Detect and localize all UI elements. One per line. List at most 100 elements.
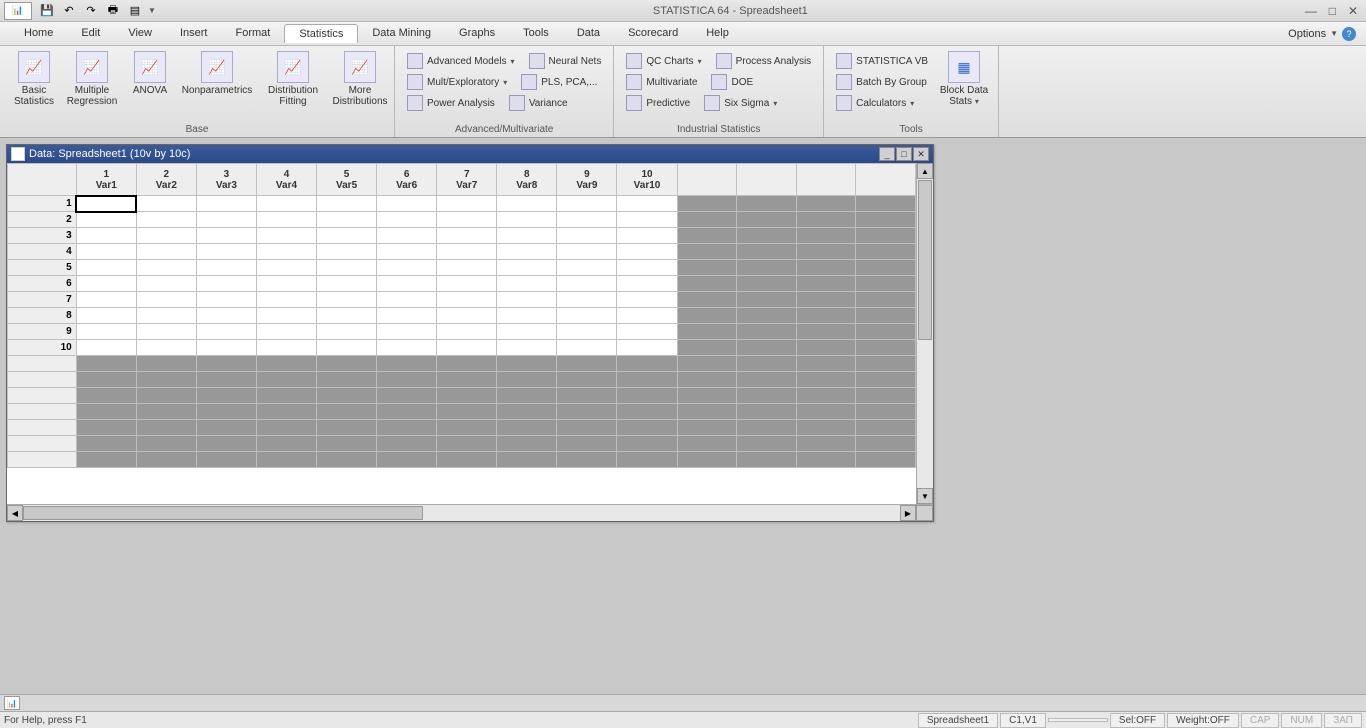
scroll-down-button[interactable]: ▼ — [917, 488, 933, 504]
grid-cell[interactable] — [617, 324, 677, 340]
row-header[interactable]: 3 — [8, 228, 77, 244]
grid-cell[interactable] — [136, 324, 196, 340]
grid-cell[interactable] — [317, 308, 377, 324]
menu-statistics[interactable]: Statistics — [284, 24, 358, 43]
grid-cell[interactable] — [856, 196, 916, 212]
grid-cell[interactable] — [76, 212, 136, 228]
grid-cell[interactable] — [76, 260, 136, 276]
grid-cell[interactable] — [136, 260, 196, 276]
maximize-button[interactable]: □ — [1329, 4, 1336, 18]
grid-cell[interactable] — [256, 260, 316, 276]
grid-cell[interactable] — [317, 276, 377, 292]
scroll-up-button[interactable]: ▲ — [917, 163, 933, 179]
block-data-stats-button[interactable]: ▦ Block DataStats ▾ — [936, 49, 992, 109]
basic-button[interactable]: 📈BasicStatistics — [6, 49, 62, 109]
grid-cell[interactable] — [497, 340, 557, 356]
column-header[interactable] — [737, 164, 797, 196]
help-icon[interactable]: ? — [1342, 27, 1356, 41]
column-header[interactable]: 2Var2 — [136, 164, 196, 196]
grid-cell[interactable] — [256, 292, 316, 308]
pls-pca--button[interactable]: PLS, PCA,... — [515, 72, 603, 92]
grid-cell[interactable] — [196, 340, 256, 356]
taskbar-spreadsheet-icon[interactable]: 📊 — [4, 696, 20, 710]
grid-cell[interactable] — [136, 228, 196, 244]
variance-button[interactable]: Variance — [503, 93, 574, 113]
grid-cell[interactable] — [557, 212, 617, 228]
grid-cell[interactable] — [796, 196, 856, 212]
row-header[interactable]: 9 — [8, 324, 77, 340]
grid-cell[interactable] — [497, 212, 557, 228]
grid-cell[interactable] — [317, 324, 377, 340]
grid-cell[interactable] — [76, 292, 136, 308]
process-analysis-button[interactable]: Process Analysis — [710, 51, 818, 71]
grid-cell[interactable] — [796, 260, 856, 276]
grid-cell[interactable] — [737, 324, 797, 340]
menu-graphs[interactable]: Graphs — [445, 24, 509, 43]
menu-tools[interactable]: Tools — [509, 24, 563, 43]
grid-cell[interactable] — [317, 260, 377, 276]
column-header[interactable] — [677, 164, 737, 196]
column-header[interactable]: 9Var9 — [557, 164, 617, 196]
grid-cell[interactable] — [677, 196, 737, 212]
multiple-button[interactable]: 📈MultipleRegression — [64, 49, 120, 109]
row-header[interactable]: 4 — [8, 244, 77, 260]
grid-cell[interactable] — [377, 260, 437, 276]
menu-home[interactable]: Home — [10, 24, 67, 43]
grid-corner[interactable] — [8, 164, 77, 196]
append-button[interactable]: ▤ — [126, 3, 144, 19]
grid-cell[interactable] — [377, 244, 437, 260]
grid-cell[interactable] — [796, 212, 856, 228]
grid-cell[interactable] — [437, 244, 497, 260]
grid-cell[interactable] — [437, 228, 497, 244]
doe-button[interactable]: DOE — [705, 72, 759, 92]
grid-cell[interactable] — [856, 228, 916, 244]
grid-cell[interactable] — [317, 196, 377, 212]
options-menu[interactable]: Options▼ ? — [1288, 27, 1356, 41]
more-button[interactable]: 📈MoreDistributions — [332, 49, 388, 109]
grid-cell[interactable] — [737, 292, 797, 308]
grid-cell[interactable] — [737, 276, 797, 292]
grid-cell[interactable] — [256, 308, 316, 324]
grid-cell[interactable] — [737, 196, 797, 212]
advanced-models-button[interactable]: Advanced Models ▾ — [401, 51, 521, 71]
grid-cell[interactable] — [737, 228, 797, 244]
qat-dropdown-icon[interactable]: ▼ — [148, 6, 156, 15]
grid-cell[interactable] — [617, 212, 677, 228]
grid-cell[interactable] — [76, 308, 136, 324]
grid-cell[interactable] — [557, 260, 617, 276]
grid-cell[interactable] — [677, 228, 737, 244]
grid-cell[interactable] — [437, 276, 497, 292]
grid-cell[interactable] — [617, 308, 677, 324]
print-button[interactable]: 🖶 — [104, 3, 122, 19]
predictive-button[interactable]: Predictive — [620, 93, 696, 113]
grid-cell[interactable] — [796, 324, 856, 340]
sheet-maximize-button[interactable]: □ — [896, 147, 912, 161]
grid-cell[interactable] — [317, 228, 377, 244]
grid-cell[interactable] — [76, 244, 136, 260]
grid-cell[interactable] — [497, 292, 557, 308]
grid-cell[interactable] — [796, 340, 856, 356]
grid-cell[interactable] — [796, 276, 856, 292]
spreadsheet-titlebar[interactable]: Data: Spreadsheet1 (10v by 10c) _ □ ✕ — [7, 145, 933, 163]
grid-cell[interactable] — [76, 228, 136, 244]
menu-insert[interactable]: Insert — [166, 24, 222, 43]
grid-cell[interactable] — [677, 308, 737, 324]
anova-button[interactable]: 📈ANOVA — [122, 49, 178, 98]
grid-cell[interactable] — [377, 276, 437, 292]
menu-format[interactable]: Format — [221, 24, 284, 43]
grid-cell[interactable] — [317, 340, 377, 356]
app-icon[interactable]: 📊 — [4, 2, 32, 20]
minimize-button[interactable]: — — [1305, 4, 1317, 18]
grid-cell[interactable] — [76, 196, 136, 212]
grid-cell[interactable] — [856, 260, 916, 276]
grid-cell[interactable] — [497, 260, 557, 276]
column-header[interactable] — [856, 164, 916, 196]
menu-data-mining[interactable]: Data Mining — [358, 24, 445, 43]
grid-cell[interactable] — [256, 340, 316, 356]
calculators-button[interactable]: Calculators ▾ — [830, 93, 934, 113]
grid-cell[interactable] — [737, 212, 797, 228]
grid-cell[interactable] — [617, 260, 677, 276]
row-header[interactable]: 6 — [8, 276, 77, 292]
grid-cell[interactable] — [377, 308, 437, 324]
menu-scorecard[interactable]: Scorecard — [614, 24, 692, 43]
